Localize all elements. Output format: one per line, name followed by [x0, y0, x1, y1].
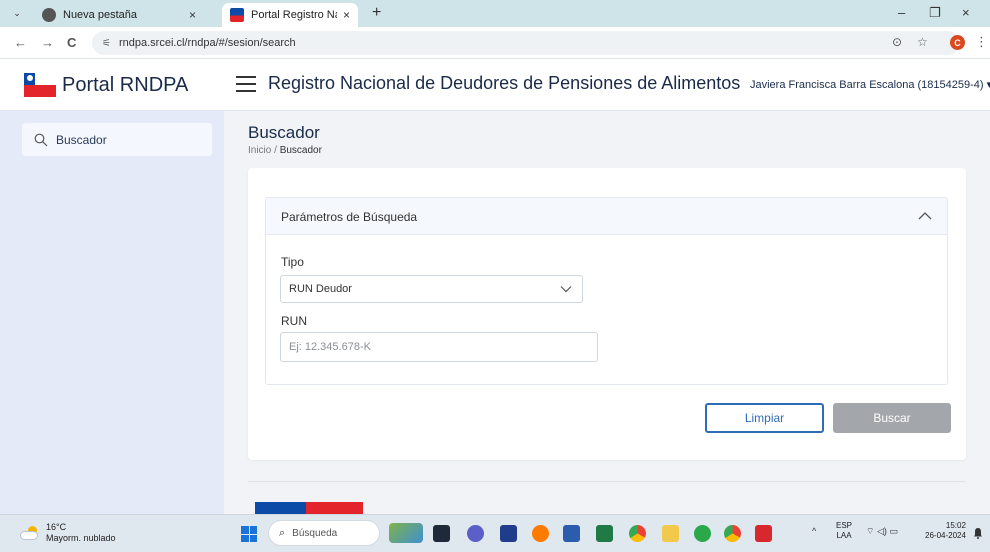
profile-avatar[interactable]: C: [950, 35, 965, 50]
footer-flag-bar: [255, 502, 363, 514]
minimize-button[interactable]: –: [898, 5, 905, 20]
reload-button[interactable]: C: [67, 35, 76, 50]
run-input[interactable]: [280, 332, 598, 362]
sidebar-item-buscador[interactable]: Buscador: [22, 123, 212, 156]
panel-header[interactable]: Parámetros de Búsqueda: [266, 198, 947, 235]
network-volume-battery-icons[interactable]: ⌔ ◁) ▭: [866, 526, 898, 537]
bookmark-star-icon[interactable]: ☆: [917, 35, 928, 49]
tipo-select[interactable]: RUN Deudor: [280, 275, 583, 303]
excel-icon[interactable]: [596, 525, 613, 542]
chat-icon[interactable]: [467, 525, 484, 542]
whatsapp-icon[interactable]: [694, 525, 711, 542]
url-text: rndpa.srcei.cl/rndpa/#/sesion/search: [118, 37, 296, 49]
chrome-profile-icon[interactable]: [724, 525, 741, 542]
language-top: ESP: [836, 521, 853, 530]
brand-name: Portal RNDPA: [62, 73, 189, 96]
window-close-button[interactable]: ×: [962, 5, 970, 20]
panel-title: Parámetros de Búsqueda: [281, 210, 418, 224]
tab-search-dropdown[interactable]: ⌄: [8, 5, 26, 21]
weather-temperature: 16°C: [46, 522, 67, 532]
tipo-selected-value: RUN Deudor: [289, 283, 352, 295]
user-name: Javiera Francisca Barra Escalona (181542…: [750, 79, 984, 91]
task-view-icon[interactable]: [433, 525, 450, 542]
run-label: RUN: [281, 314, 307, 328]
search-parameters-panel: Parámetros de Búsqueda Tipo RUN Deudor R…: [265, 197, 948, 385]
language-indicator[interactable]: ESP LAA: [836, 521, 852, 541]
user-menu[interactable]: Javiera Francisca Barra Escalona (181542…: [750, 78, 990, 91]
new-tab-button[interactable]: +: [372, 4, 381, 22]
page-title: Buscador: [248, 123, 320, 142]
clock[interactable]: 15:02 26-04-2024: [925, 521, 966, 541]
taskbar: 16°C Mayorm. nublado ⌕ Búsqueda ^ ESP LA…: [0, 514, 990, 552]
brand[interactable]: Portal RNDPA: [24, 73, 188, 97]
sidebar-item-label: Buscador: [56, 132, 107, 147]
browser-tab-portal[interactable]: Portal Registro Nacional de De ×: [222, 3, 358, 27]
sidebar: Buscador: [0, 111, 224, 514]
tray-expand-icon[interactable]: ^: [812, 526, 816, 536]
partly-cloudy-icon: [20, 526, 40, 540]
acrobat-icon[interactable]: [755, 525, 772, 542]
clear-button[interactable]: Limpiar: [705, 403, 824, 433]
main-content: Buscador Inicio / Buscador Parámetros de…: [224, 111, 990, 514]
tipo-label: Tipo: [281, 255, 304, 269]
firefox-icon[interactable]: [532, 525, 549, 542]
breadcrumb-separator: /: [274, 145, 277, 156]
chevron-down-icon: [560, 286, 572, 293]
chevron-up-icon[interactable]: [918, 211, 932, 221]
weather-condition: Mayorm. nublado: [46, 533, 116, 543]
weather-widget[interactable]: 16°C Mayorm. nublado: [20, 522, 116, 544]
hamburger-menu-icon[interactable]: [236, 76, 256, 92]
language-bottom: LAA: [836, 531, 852, 540]
search-icon: [34, 133, 48, 146]
chrome-taskbar-icon[interactable]: [629, 525, 646, 542]
tab-label: Nueva pestaña: [63, 9, 137, 21]
file-explorer-icon[interactable]: [662, 525, 679, 542]
word-icon[interactable]: [563, 525, 580, 542]
search-card: Parámetros de Búsqueda Tipo RUN Deudor R…: [248, 168, 966, 460]
search-icon: ⌕: [279, 526, 286, 539]
browser-tabstrip: ⌄ Nueva pestaña × Portal Registro Nacion…: [0, 0, 990, 27]
breadcrumb-home[interactable]: Inicio: [248, 145, 271, 156]
back-button[interactable]: ←: [14, 35, 27, 50]
notification-bell-icon[interactable]: [973, 527, 983, 539]
tab-label: Portal Registro Nacional de De: [251, 9, 337, 21]
google-lens-icon[interactable]: ⊙: [892, 35, 902, 49]
footer-divider: [248, 481, 966, 482]
tab-close-icon[interactable]: ×: [343, 8, 350, 22]
clock-time: 15:02: [945, 521, 966, 530]
taskbar-widget-icon[interactable]: [389, 523, 423, 543]
user-caret-icon: ▾: [986, 79, 990, 91]
breadcrumb: Inicio / Buscador: [248, 145, 322, 156]
restore-button[interactable]: ❐: [929, 5, 941, 21]
chile-flag-icon: [230, 8, 244, 22]
app-title: Registro Nacional de Deudores de Pension…: [268, 73, 741, 93]
app-l-icon[interactable]: [500, 525, 517, 542]
site-info-icon[interactable]: ⚟: [102, 38, 111, 49]
chile-flag-logo: [24, 73, 56, 97]
breadcrumb-current: Buscador: [279, 145, 322, 156]
taskbar-search[interactable]: ⌕ Búsqueda: [268, 520, 380, 546]
browser-menu-icon[interactable]: ⋮: [975, 34, 988, 50]
chrome-icon: [42, 8, 56, 22]
search-button[interactable]: Buscar: [833, 403, 951, 433]
app-header: Portal RNDPA Registro Nacional de Deudor…: [0, 59, 990, 111]
clock-date: 26-04-2024: [925, 531, 966, 540]
browser-toolbar: ← → C ⚟ rndpa.srcei.cl/rndpa/#/sesion/se…: [0, 27, 990, 59]
forward-button[interactable]: →: [41, 35, 54, 50]
address-bar[interactable]: ⚟ rndpa.srcei.cl/rndpa/#/sesion/search: [92, 31, 960, 55]
tab-close-icon[interactable]: ×: [189, 8, 196, 22]
windows-start-icon[interactable]: [241, 526, 257, 542]
browser-tab-new[interactable]: Nueva pestaña ×: [34, 3, 220, 27]
taskbar-search-placeholder: Búsqueda: [292, 527, 338, 539]
